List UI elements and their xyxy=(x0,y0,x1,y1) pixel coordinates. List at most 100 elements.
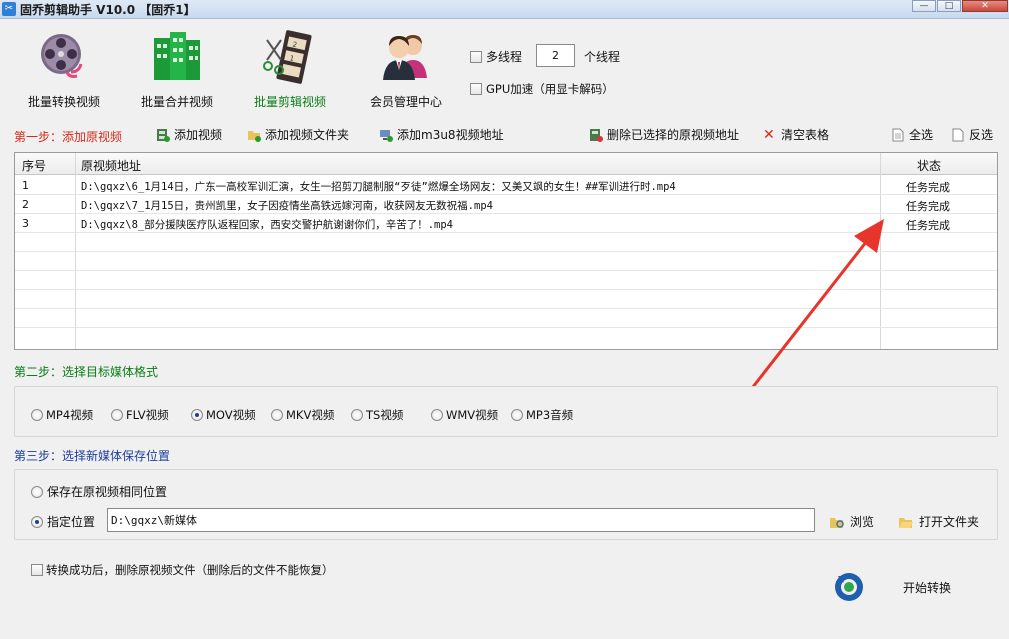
format-mkv-label: MKV视频 xyxy=(286,408,335,422)
column-header-status[interactable]: 状态 xyxy=(917,157,941,174)
format-mp3[interactable]: MP3音频 xyxy=(511,407,573,423)
thread-count-input[interactable]: 2 xyxy=(536,44,575,67)
specify-location-radio[interactable] xyxy=(31,515,43,528)
delete-after-option[interactable]: 转换成功后，删除原视频文件（删除后的文件不能恢复） xyxy=(31,562,334,578)
member-center-button[interactable]: 会员管理中心 xyxy=(356,30,456,110)
table-row[interactable]: 1 D:\gqxz\6_1月14日，广东一高校军训汇演，女生一招剪刀腿制服“歹徒… xyxy=(15,176,997,195)
format-mp3-radio[interactable] xyxy=(511,409,523,421)
film-delete-icon xyxy=(590,128,603,142)
delete-selected-button[interactable]: 删除已选择的原视频地址 xyxy=(589,126,739,143)
format-flv[interactable]: FLV视频 xyxy=(111,407,169,423)
format-flv-label: FLV视频 xyxy=(126,408,169,422)
row-path: D:\gqxz\6_1月14日，广东一高校军训汇演，女生一招剪刀腿制服“歹徒”燃… xyxy=(81,181,676,193)
row-index: 1 xyxy=(22,179,29,192)
select-all-button[interactable]: 全选 xyxy=(891,126,933,143)
maximize-button[interactable]: □ xyxy=(937,0,961,12)
gpu-checkbox[interactable] xyxy=(470,83,482,95)
add-folder-button[interactable]: 添加视频文件夹 xyxy=(247,126,349,143)
format-wmv[interactable]: WMV视频 xyxy=(431,407,498,423)
table-header: 序号 原视频地址 状态 xyxy=(15,153,997,175)
add-video-label: 添加视频 xyxy=(174,128,223,142)
film-reel-convert-icon xyxy=(41,34,83,78)
format-mov-radio[interactable] xyxy=(191,409,203,421)
format-mp4-label: MP4视频 xyxy=(46,408,94,422)
column-header-path[interactable]: 原视频地址 xyxy=(81,157,141,174)
format-wmv-radio[interactable] xyxy=(431,409,443,421)
same-location-option[interactable]: 保存在原视频相同位置 xyxy=(31,483,167,500)
format-mkv-radio[interactable] xyxy=(271,409,283,421)
batch-merge-button[interactable]: 批量合并视频 xyxy=(127,30,227,110)
browse-label: 浏览 xyxy=(850,515,875,529)
close-button[interactable]: ✕ xyxy=(962,0,1008,12)
batch-convert-button[interactable]: 批量转换视频 xyxy=(14,30,114,110)
select-all-label: 全选 xyxy=(909,128,934,142)
start-convert-label: 开始转换 xyxy=(903,581,952,595)
film-add-icon xyxy=(157,128,170,142)
format-mp4-radio[interactable] xyxy=(31,409,43,421)
clear-table-label: 清空表格 xyxy=(781,128,830,142)
browse-button[interactable]: 浏览 xyxy=(829,513,874,530)
save-path-input[interactable]: D:\gqxz\新媒体 xyxy=(107,508,815,532)
batch-cut-button[interactable]: 2 1 批量剪辑视频 xyxy=(240,30,340,110)
blank-document-icon xyxy=(952,128,964,141)
row-status: 任务完成 xyxy=(906,181,950,194)
format-mp4[interactable]: MP4视频 xyxy=(31,407,93,423)
row-status: 任务完成 xyxy=(906,200,950,213)
batch-convert-label: 批量转换视频 xyxy=(27,95,100,109)
app-icon: ✂ xyxy=(2,2,16,16)
table-row[interactable]: 2 D:\gqxz\7_1月15日，贵州凯里，女子因疫情坐高铁远嫁河南，收获网友… xyxy=(15,195,997,214)
row-status: 任务完成 xyxy=(906,219,950,232)
column-header-index[interactable]: 序号 xyxy=(22,157,46,174)
format-wmv-label: WMV视频 xyxy=(446,408,499,422)
batch-cut-label: 批量剪辑视频 xyxy=(253,95,326,109)
multithread-checkbox[interactable] xyxy=(470,50,482,63)
window-title: 固乔剪辑助手 V10.0 【固乔1】 xyxy=(20,3,196,17)
red-x-icon: ✕ xyxy=(763,126,775,143)
folder-search-icon xyxy=(830,517,844,528)
folder-open-icon xyxy=(899,517,913,528)
folder-add-icon xyxy=(248,130,261,142)
title-bar: ✂ 固乔剪辑助手 V10.0 【固乔1】 — □ ✕ xyxy=(0,0,1009,19)
member-center-label: 会员管理中心 xyxy=(369,95,442,109)
refresh-icon xyxy=(835,573,863,601)
gpu-option[interactable]: GPU加速（用显卡解码） xyxy=(470,81,614,97)
thread-unit-label: 个线程 xyxy=(584,50,621,64)
film-strip-cut-icon: 2 1 xyxy=(263,30,312,84)
add-video-button[interactable]: 添加视频 xyxy=(156,126,222,143)
network-add-icon xyxy=(380,129,393,142)
delete-after-label: 转换成功后，删除原视频文件（删除后的文件不能恢复） xyxy=(46,563,334,577)
annotation-arrow-icon xyxy=(740,219,884,402)
delete-after-checkbox[interactable] xyxy=(31,564,43,576)
specify-location-option[interactable]: 指定位置 xyxy=(31,513,95,530)
building-merge-icon xyxy=(154,32,200,80)
document-icon xyxy=(892,128,904,141)
format-group: MP4视频 FLV视频 MOV视频 MKV视频 TS视频 WMV视频 MP3音频 xyxy=(14,386,998,437)
row-path: D:\gqxz\7_1月15日，贵州凯里，女子因疫情坐高铁远嫁河南，收获网友无数… xyxy=(81,200,493,212)
format-ts-label: TS视频 xyxy=(366,408,404,422)
delete-selected-label: 删除已选择的原视频地址 xyxy=(607,128,740,142)
invert-select-label: 反选 xyxy=(969,128,994,142)
open-folder-button[interactable]: 打开文件夹 xyxy=(898,513,979,530)
minimize-button[interactable]: — xyxy=(912,0,936,12)
users-icon xyxy=(383,35,427,80)
format-flv-radio[interactable] xyxy=(111,409,123,421)
open-folder-label: 打开文件夹 xyxy=(919,515,980,529)
start-convert-button[interactable]: 开始转换 xyxy=(830,568,990,608)
format-mkv[interactable]: MKV视频 xyxy=(271,407,334,423)
step2-title: 第二步：选择目标媒体格式 xyxy=(14,365,159,379)
row-index: 2 xyxy=(22,198,29,211)
multithread-label: 多线程 xyxy=(486,50,523,64)
format-ts[interactable]: TS视频 xyxy=(351,407,403,423)
format-mov[interactable]: MOV视频 xyxy=(191,407,256,423)
format-mov-label: MOV视频 xyxy=(206,408,256,422)
add-folder-label: 添加视频文件夹 xyxy=(265,128,350,142)
step1-title: 第一步：添加原视频 xyxy=(14,130,123,144)
multithread-option[interactable]: 多线程 xyxy=(470,48,522,65)
add-m3u8-button[interactable]: 添加m3u8视频地址 xyxy=(379,126,504,143)
specify-location-label: 指定位置 xyxy=(47,515,96,529)
format-ts-radio[interactable] xyxy=(351,409,363,421)
clear-table-button[interactable]: ✕ 清空表格 xyxy=(763,126,829,143)
invert-select-button[interactable]: 反选 xyxy=(951,126,993,143)
add-m3u8-label: 添加m3u8视频地址 xyxy=(397,128,504,142)
same-location-radio[interactable] xyxy=(31,485,43,498)
